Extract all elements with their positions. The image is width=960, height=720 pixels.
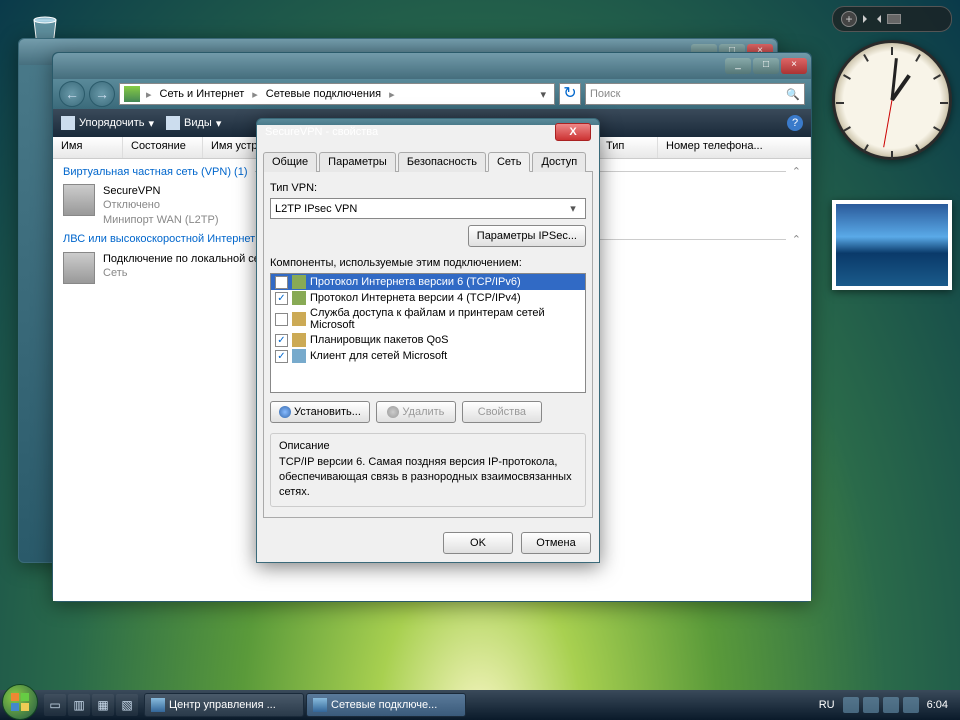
network-tray-icon[interactable] [883,697,899,713]
ok-button[interactable]: OK [443,532,513,554]
vpn-type-combo[interactable]: L2TP IPsec VPN ▾ [270,198,586,219]
quick-launch-show-desktop[interactable]: ▭ [44,694,66,716]
tab-strip: Общие Параметры Безопасность Сеть Доступ [263,151,593,172]
breadcrumb-item[interactable]: Сеть и Интернет [156,88,249,100]
taskbar-clock[interactable]: 6:04 [923,699,952,711]
search-placeholder: Поиск [590,88,620,100]
tab-access[interactable]: Доступ [532,152,586,172]
list-item-ipv6[interactable]: Протокол Интернета версии 6 (TCP/IPv6) [271,274,585,290]
back-button[interactable]: ← [59,81,85,107]
list-item-file-sharing[interactable]: Служба доступа к файлам и принтерам сете… [271,306,585,332]
client-icon [292,349,306,363]
close-button[interactable]: × [781,58,807,74]
description-text: TCP/IP версии 6. Самая поздняя версия IP… [279,455,577,500]
wrench-icon[interactable] [887,14,901,24]
column-header[interactable]: Имя [53,137,123,158]
network-icon [124,86,140,102]
uninstall-icon [387,406,399,418]
checkbox[interactable]: ✓ [275,350,288,363]
properties-button[interactable]: Свойства [462,401,542,423]
help-button[interactable]: ? [787,115,803,131]
chevron-up-icon[interactable]: ⌃ [792,233,801,246]
vpn-connection-icon [63,184,95,216]
breadcrumb[interactable]: ▸ Сеть и Интернет ▸ Сетевые подключения … [119,83,555,105]
list-item-msclient[interactable]: ✓ Клиент для сетей Microsoft [271,348,585,364]
tray-icon[interactable] [863,697,879,713]
checkbox[interactable] [275,313,288,326]
windows-logo-icon [10,692,30,712]
tab-network[interactable]: Сеть [488,152,530,172]
components-list[interactable]: Протокол Интернета версии 6 (TCP/IPv6) ✓… [270,273,586,393]
lan-connection-icon [63,252,95,284]
maximize-button[interactable]: □ [753,58,779,74]
volume-tray-icon[interactable] [903,697,919,713]
refresh-button[interactable]: ↻ [559,83,581,105]
explorer-titlebar[interactable]: _ □ × [53,53,811,79]
quick-launch-item[interactable]: ▧ [116,694,138,716]
uninstall-button[interactable]: Удалить [376,401,456,423]
install-icon [279,406,291,418]
search-input[interactable]: Поиск 🔍 [585,83,805,105]
dialog-title: SecureVPN - свойства [265,126,555,138]
chevron-down-icon: ▾ [565,202,581,215]
list-item-qos[interactable]: ✓ Планировщик пакетов QoS [271,332,585,348]
chevron-down-icon[interactable]: ▾ [536,88,550,101]
organize-icon [61,116,75,130]
organize-menu[interactable]: Упорядочить ▾ [61,116,154,130]
chevron-right-icon[interactable] [875,15,881,23]
column-header[interactable]: Состояние [123,137,203,158]
tab-general[interactable]: Общие [263,152,317,172]
dialog-close-button[interactable]: X [555,123,591,141]
taskbar-button-network-connections[interactable]: Сетевые подключе... [306,693,466,717]
checkbox[interactable] [275,276,288,289]
quick-launch-item[interactable]: ▦ [92,694,114,716]
column-header[interactable]: Номер телефона... [658,137,811,158]
quick-launch-switch-windows[interactable]: ▥ [68,694,90,716]
chevron-left-icon[interactable] [863,15,869,23]
list-item-ipv4[interactable]: ✓ Протокол Интернета версии 4 (TCP/IPv4) [271,290,585,306]
slideshow-gadget[interactable] [832,200,952,290]
ipsec-settings-button[interactable]: Параметры IPSec... [468,225,586,247]
taskbar: ▭ ▥ ▦ ▧ Центр управления ... Сетевые под… [0,690,960,720]
clock-gadget[interactable] [832,40,952,160]
control-panel-icon [151,698,165,712]
chevron-up-icon[interactable]: ⌃ [792,165,801,178]
install-button[interactable]: Установить... [270,401,370,423]
properties-dialog: SecureVPN - свойства X Общие Параметры Б… [256,118,600,563]
protocol-icon [292,275,306,289]
service-icon [292,312,306,326]
views-icon [166,116,180,130]
start-button[interactable] [2,684,38,720]
tab-security[interactable]: Безопасность [398,152,486,172]
dialog-titlebar[interactable]: SecureVPN - свойства X [257,119,599,145]
forward-button[interactable]: → [89,81,115,107]
breadcrumb-item[interactable]: Сетевые подключения [262,88,385,100]
sidebar-control[interactable]: + [832,6,952,32]
minimize-button[interactable]: _ [725,58,751,74]
search-icon[interactable]: 🔍 [786,88,800,101]
vpn-type-label: Тип VPN: [270,182,586,194]
column-header[interactable]: Тип [598,137,658,158]
taskbar-button-control-panel[interactable]: Центр управления ... [144,693,304,717]
service-icon [292,333,306,347]
description-box: Описание TCP/IP версии 6. Самая поздняя … [270,433,586,507]
clock-second-hand [883,100,892,147]
network-icon [313,698,327,712]
cancel-button[interactable]: Отмена [521,532,591,554]
plus-icon[interactable]: + [841,11,857,27]
views-menu[interactable]: Виды ▾ [166,116,221,130]
checkbox[interactable]: ✓ [275,334,288,347]
description-title: Описание [279,440,577,452]
language-indicator[interactable]: RU [815,699,839,711]
components-label: Компоненты, используемые этим подключени… [270,257,586,269]
protocol-icon [292,291,306,305]
tab-options[interactable]: Параметры [319,152,396,172]
checkbox[interactable]: ✓ [275,292,288,305]
tray-icon[interactable] [843,697,859,713]
